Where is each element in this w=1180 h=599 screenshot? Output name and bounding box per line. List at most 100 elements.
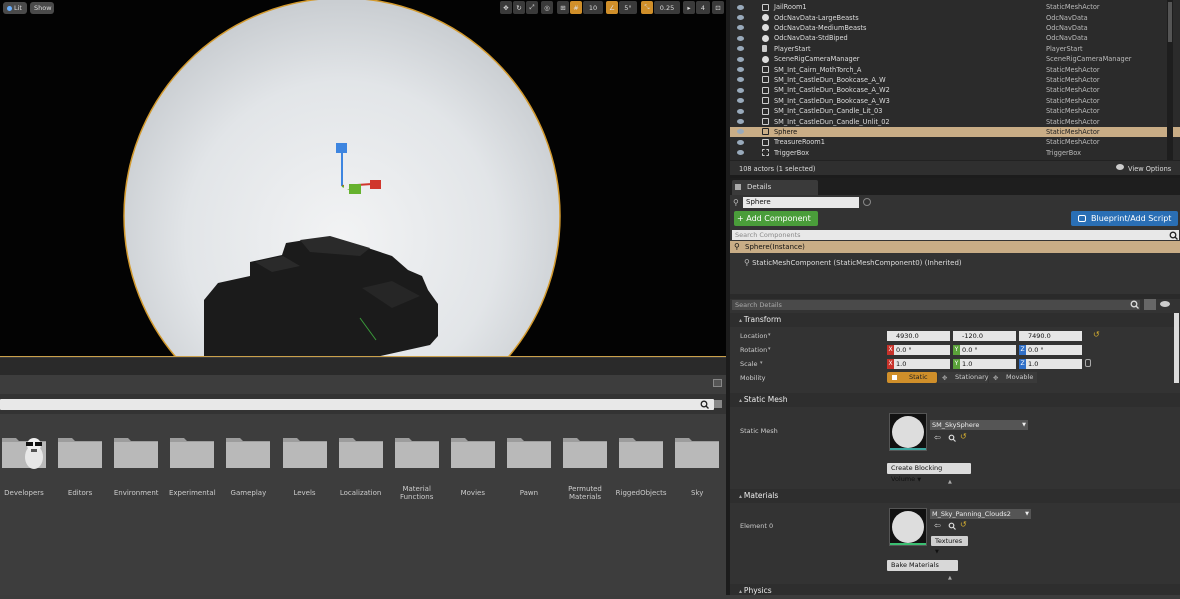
visibility-eye-icon[interactable] xyxy=(737,119,744,125)
folder-item[interactable]: Localization xyxy=(335,435,387,497)
rotation-snap-icon[interactable]: ∠ xyxy=(606,1,618,14)
folder-item[interactable]: Levels xyxy=(279,435,331,497)
outliner-row[interactable]: Sphere StaticMeshActor xyxy=(730,126,1180,138)
lock-icon[interactable] xyxy=(713,379,722,387)
outliner-row[interactable]: TriggerBox TriggerBox xyxy=(730,148,1180,158)
outliner-row[interactable]: TreasureRoom1 StaticMeshActor xyxy=(730,137,1180,147)
outliner-row[interactable]: SM_Int_Cairn_MothTorch_A StaticMeshActor xyxy=(730,64,1180,74)
scale-label[interactable]: Scale xyxy=(740,360,758,368)
folder-item[interactable]: Developers xyxy=(0,435,50,497)
reset-to-default-icon[interactable]: ↺ xyxy=(1093,330,1100,339)
splitter[interactable] xyxy=(730,294,1180,299)
details-scrollbar[interactable] xyxy=(1174,313,1179,383)
create-blocking-volume-button[interactable]: Create Blocking Volume ▼ xyxy=(887,463,971,483)
search-details-input[interactable]: Search Details xyxy=(732,300,1140,310)
browse-search-icon[interactable] xyxy=(948,434,956,442)
scale-snap-icon[interactable]: ⤡ xyxy=(641,1,653,14)
scale-z-field[interactable]: 1.0 xyxy=(1019,359,1082,369)
visibility-eye-icon[interactable] xyxy=(737,129,744,135)
camera-speed-icon[interactable]: ▸ xyxy=(683,1,695,14)
folder-item[interactable]: Sky xyxy=(671,435,723,497)
folder-item[interactable]: Pawn xyxy=(503,435,555,497)
chevron-down-icon[interactable]: ▾ xyxy=(760,360,763,366)
component-tree-item[interactable]: ⚲ StaticMeshComponent (StaticMeshCompone… xyxy=(744,258,962,267)
folder-item[interactable]: Permuted Materials xyxy=(559,435,611,501)
content-search-input[interactable] xyxy=(0,399,714,410)
physics-section-header[interactable]: ▴ Physics xyxy=(730,584,1180,595)
level-viewport[interactable]: Lit Show ✥ ↻ ⤢ ◎ ⊞ # 10 ∠ 5° ⤡ 0.25 ▸ 4 … xyxy=(0,0,726,357)
collapse-advanced-icon[interactable]: ▲ xyxy=(948,479,952,485)
bake-materials-button[interactable]: Bake Materials xyxy=(887,560,958,571)
outliner-row[interactable]: SM_Int_CastleDun_Bookcase_A_W2 StaticMesh… xyxy=(730,85,1180,95)
outliner-row[interactable]: SM_Int_CastleDun_Bookcase_A_W StaticMeshA… xyxy=(730,75,1180,85)
visibility-eye-icon[interactable] xyxy=(737,98,744,104)
panel-divider[interactable] xyxy=(726,0,730,595)
visibility-eye-icon[interactable] xyxy=(737,108,744,114)
outliner-scrollbar[interactable] xyxy=(1167,0,1173,160)
mobility-movable-button[interactable]: ✥ Movable xyxy=(989,372,1037,383)
textures-dropdown[interactable]: Textures ▼ xyxy=(931,536,968,555)
outliner-row[interactable]: SM_Int_CastleDun_Bookcase_A_W3 StaticMesh… xyxy=(730,96,1180,106)
details-eye-icon[interactable] xyxy=(1160,301,1170,307)
search-icon[interactable] xyxy=(700,400,709,409)
collapse-advanced-icon[interactable]: ▲ xyxy=(948,575,952,581)
material-picker[interactable]: M_Sky_Panning_Clouds2 ▼ xyxy=(930,509,1031,519)
view-options-button[interactable]: View Options xyxy=(1128,165,1171,173)
location-label[interactable]: Location xyxy=(740,332,768,340)
visibility-eye-icon[interactable] xyxy=(737,25,744,31)
folder-item[interactable]: Environment xyxy=(110,435,162,497)
move-icon[interactable]: ✥ xyxy=(500,1,512,14)
chevron-down-icon[interactable]: ▾ xyxy=(768,346,771,352)
folder-item[interactable]: Experimental xyxy=(166,435,218,497)
rotation-x-field[interactable]: 0.0 ° xyxy=(887,345,950,355)
outliner-row[interactable]: SM_Int_CastleDun_Candle_Unlit_02 StaticMe… xyxy=(730,116,1180,126)
mobility-stationary-button[interactable]: ✥ Stationary xyxy=(938,372,989,383)
use-selected-arrow-icon[interactable]: ⇦ xyxy=(934,521,941,530)
location-x-field[interactable]: 4930.0 xyxy=(887,331,950,341)
location-y-field[interactable]: -120.0 xyxy=(953,331,1016,341)
browse-search-icon[interactable] xyxy=(948,522,956,530)
reset-to-default-icon[interactable]: ↺ xyxy=(960,432,967,441)
outliner-row[interactable]: PlayerStart PlayerStart xyxy=(730,44,1180,54)
rotate-icon[interactable]: ↻ xyxy=(513,1,525,14)
scale-icon[interactable]: ⤢ xyxy=(526,1,538,14)
outliner-row[interactable]: OdcNavData-MediumBeasts OdcNavData xyxy=(730,23,1180,33)
materials-section-header[interactable]: ▴ Materials xyxy=(730,489,1180,503)
outliner-row[interactable]: JailRoom1 StaticMeshActor xyxy=(730,2,1180,12)
panel-divider[interactable] xyxy=(730,175,1180,178)
scale-snap-value[interactable]: 0.25 xyxy=(654,1,680,14)
folder-item[interactable]: Editors xyxy=(54,435,106,497)
rotation-snap-value[interactable]: 5° xyxy=(619,1,637,14)
filter-menu-icon[interactable] xyxy=(714,400,722,408)
rotation-y-field[interactable]: 0.0 ° xyxy=(953,345,1016,355)
search-details-icon[interactable] xyxy=(1130,300,1139,309)
folder-item[interactable]: Movies xyxy=(447,435,499,497)
actor-name-input[interactable]: Sphere xyxy=(743,197,859,208)
outliner-row[interactable]: SceneRigCameraManager SceneRigCameraManag… xyxy=(730,54,1180,64)
visibility-eye-icon[interactable] xyxy=(737,4,744,10)
rotation-label[interactable]: Rotation xyxy=(740,346,767,354)
world-local-icon[interactable]: ◎ xyxy=(541,1,553,14)
visibility-eye-icon[interactable] xyxy=(737,77,744,83)
outliner-row[interactable]: OdcNavData-StdBiped OdcNavData xyxy=(730,33,1180,43)
folder-item[interactable]: Gameplay xyxy=(222,435,274,497)
visibility-eye-icon[interactable] xyxy=(737,67,744,73)
scale-x-field[interactable]: 1.0 xyxy=(887,359,950,369)
location-z-field[interactable]: 7490.0 xyxy=(1019,331,1082,341)
lit-button[interactable]: Lit xyxy=(3,2,27,14)
grid-snap-value[interactable]: 10 xyxy=(583,1,603,14)
rotation-z-field[interactable]: 0.0 ° xyxy=(1019,345,1082,355)
property-matrix-icon[interactable] xyxy=(1144,299,1156,310)
folder-item[interactable]: RiggedObjects xyxy=(615,435,667,497)
lock-actor-icon[interactable] xyxy=(863,198,871,206)
visibility-eye-icon[interactable] xyxy=(737,35,744,41)
visibility-eye-icon[interactable] xyxy=(737,46,744,52)
visibility-eye-icon[interactable] xyxy=(737,150,744,156)
reset-to-default-icon[interactable]: ↺ xyxy=(960,520,967,529)
visibility-eye-icon[interactable] xyxy=(737,87,744,93)
outliner-row[interactable]: SM_Int_CastleDun_Candle_Lit_03 StaticMesh… xyxy=(730,106,1180,116)
search-components-input[interactable]: Search Components xyxy=(732,230,1179,240)
tab-details[interactable]: Details xyxy=(732,180,818,195)
mobility-static-button[interactable]: Static xyxy=(887,372,937,383)
maximize-icon[interactable]: ⊡ xyxy=(712,1,724,14)
